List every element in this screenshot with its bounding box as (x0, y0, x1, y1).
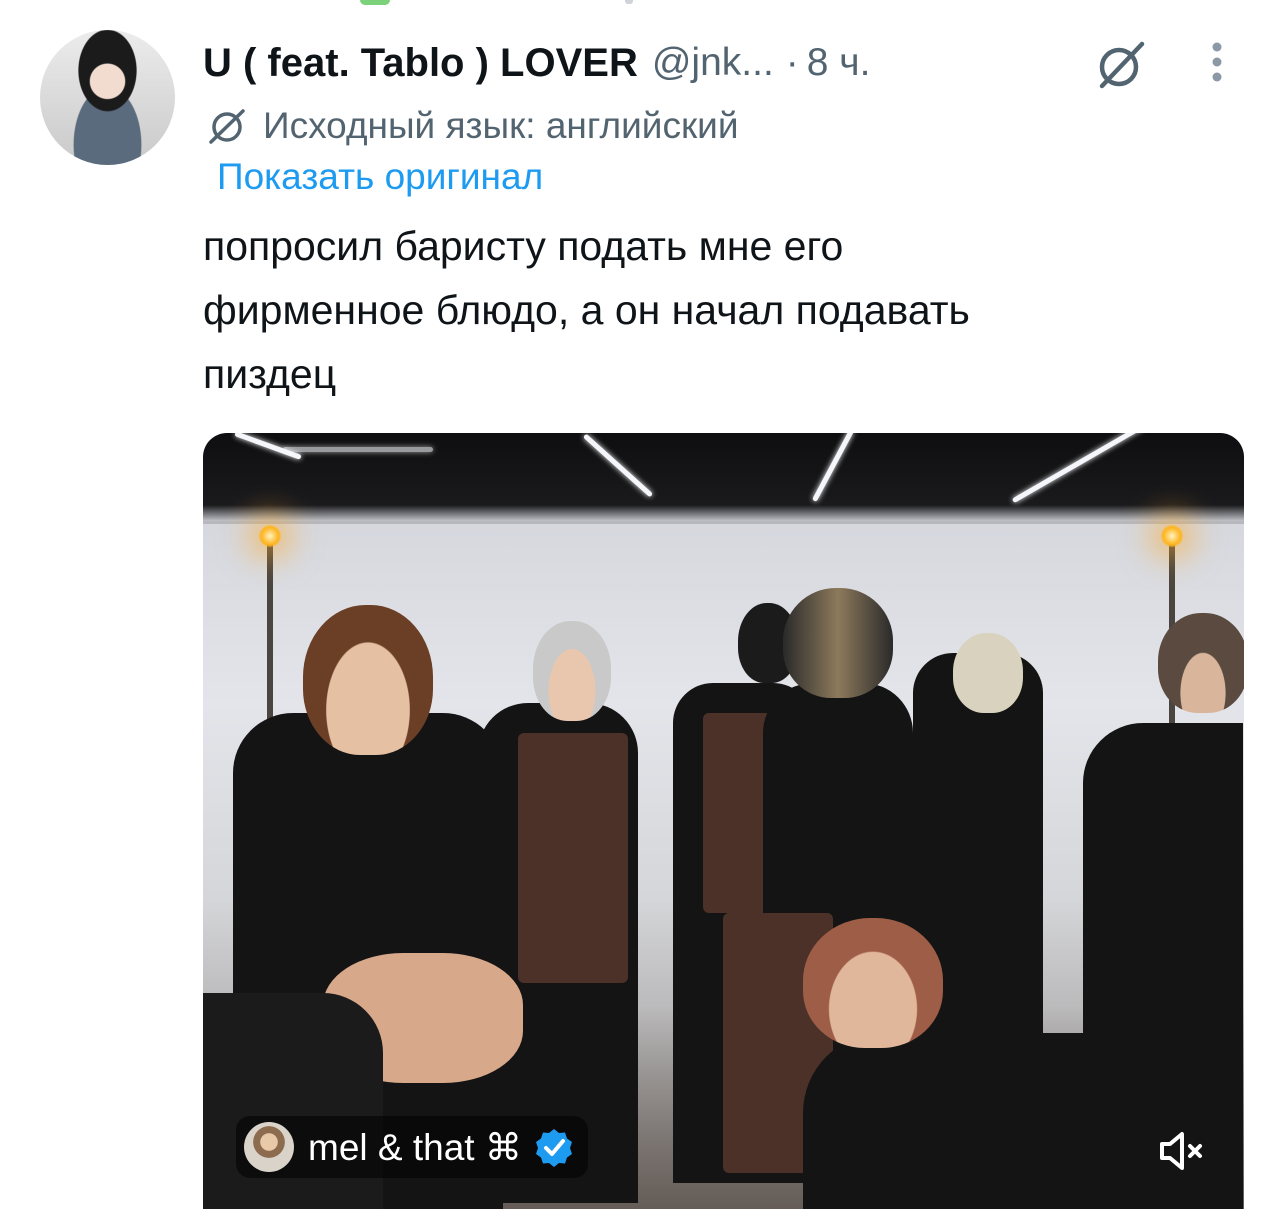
source-language-label: Исходный язык: английский (263, 105, 739, 146)
volume-muted-icon[interactable] (1148, 1118, 1214, 1184)
dancer-head (953, 633, 1023, 713)
lamp (1161, 525, 1183, 547)
tweet-text: попросил баристу подать мне его фирменно… (203, 214, 1253, 406)
more-options-icon[interactable] (1205, 38, 1229, 88)
attribution-avatar (244, 1122, 294, 1172)
dancer-head (803, 918, 943, 1048)
translate-icon[interactable] (1092, 40, 1150, 90)
video-player[interactable]: mel & that ⌘ (203, 433, 1244, 1209)
previous-post-edge (360, 0, 650, 6)
tweet-header: U ( feat. Tablo ) LOVER @jnk... · 8 ч. (203, 38, 870, 88)
author-avatar[interactable] (40, 30, 175, 165)
attribution-name: mel & that ⌘ (308, 1126, 522, 1168)
tweet-timestamp[interactable]: 8 ч. (807, 41, 871, 85)
show-original-link[interactable]: Показать оригинал (217, 156, 543, 198)
dancer-head (783, 588, 893, 698)
translate-small-icon (209, 109, 245, 144)
lamp (259, 525, 281, 547)
source-language-note: Исходный язык: английский (203, 104, 739, 148)
dancer-head (1158, 613, 1244, 713)
wall-edge (203, 521, 1244, 524)
video-attribution[interactable]: mel & that ⌘ (236, 1116, 588, 1178)
dancer-head (533, 621, 611, 721)
green-indicator (360, 0, 390, 5)
grey-indicator (625, 0, 633, 4)
header-separator: · (785, 41, 799, 84)
ceiling-light (283, 447, 433, 452)
verified-badge-icon (535, 1129, 572, 1167)
tweet-text-line: попросил баристу подать мне его (203, 223, 844, 269)
dancer-head (303, 605, 433, 755)
tweet-text-line: фирменное блюдо, а он начал подавать (203, 287, 970, 333)
author-handle[interactable]: @jnk... (652, 41, 774, 85)
author-display-name[interactable]: U ( feat. Tablo ) LOVER (203, 41, 638, 86)
apron (518, 733, 628, 983)
lamp-stand (267, 543, 273, 743)
tweet-text-line: пиздец (203, 351, 337, 397)
